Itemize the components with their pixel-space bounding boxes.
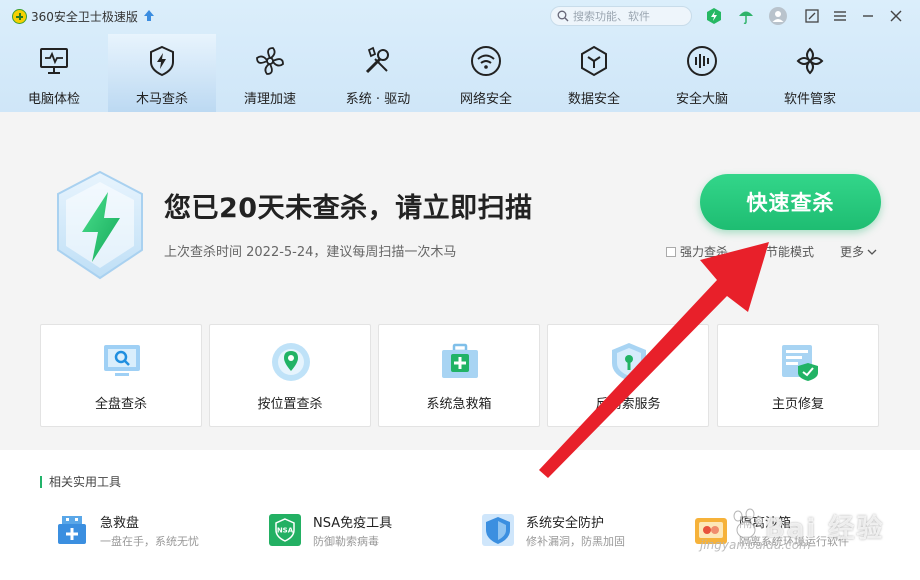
nsa-icon-text: NSA [277, 527, 294, 535]
wifi-icon [469, 44, 503, 78]
nav-label: 系统 · 驱动 [345, 92, 411, 107]
nav-item-system-driver[interactable]: 系统 · 驱动 [324, 34, 432, 112]
strong-scan-option[interactable]: 强力查杀 [666, 243, 728, 260]
card-location-scan[interactable]: 按位置查杀 [209, 324, 371, 427]
card-full-disk-scan[interactable]: 全盘查杀 [40, 324, 202, 427]
tool-name: 急救盘 [100, 516, 140, 531]
monitor-pulse-icon [37, 44, 71, 78]
nav-item-cleanup[interactable]: 清理加速 [216, 34, 324, 112]
tool-desc: 一盘在手，系统无忧 [100, 535, 199, 548]
app-title: 360安全卫士极速版 [31, 10, 138, 24]
nav-label: 网络安全 [459, 92, 512, 107]
nav-label: 清理加速 [243, 92, 296, 107]
card-anti-ransom[interactable]: 反勒索服务 [547, 324, 709, 427]
nav-item-security-brain[interactable]: 安全大脑 [648, 34, 756, 112]
tool-system-protection[interactable]: 系统安全防护 修补漏洞，防黑加固 [482, 510, 682, 550]
nsa-shield-icon: NSA [269, 514, 301, 546]
system-protect-icon [482, 514, 514, 546]
data-cube-icon [577, 44, 611, 78]
tool-sandbox[interactable]: 隔离沙箱 隔离系统环境运行软件 [695, 510, 895, 550]
search-icon [557, 10, 569, 22]
last-scan-info: 上次查杀时间 2022-5-24，建议每周扫描一次木马 [164, 245, 457, 260]
homepage-repair-icon [778, 341, 820, 383]
card-label: 主页修复 [771, 397, 824, 412]
quick-scan-button[interactable]: 快速查杀 [700, 174, 881, 230]
tool-desc: 防御勒索病毒 [313, 535, 379, 548]
card-label: 按位置查杀 [257, 397, 323, 412]
tools-section-title: 相关实用工具 [40, 476, 121, 488]
tools-section: 相关实用工具 急救盘 一盘在手，系统无忧 NSA NSA免疫工具 防御勒索病毒 … [0, 450, 920, 580]
nav-label: 数据安全 [567, 92, 620, 107]
nav-item-software-manager[interactable]: 软件管家 [756, 34, 864, 112]
main-nav: 电脑体检 木马查杀 清理加速 系统 · 驱动 网络安全 数据安全 安全大脑 软件… [0, 34, 920, 112]
brain-icon [685, 44, 719, 78]
feedback-icon[interactable] [802, 6, 822, 26]
umbrella-icon[interactable] [736, 6, 756, 26]
card-homepage-repair[interactable]: 主页修复 [717, 324, 879, 427]
more-label: 更多 [840, 245, 865, 259]
tool-name: 隔离沙箱 [739, 516, 792, 531]
minimize-icon[interactable] [858, 6, 878, 26]
avatar-icon[interactable] [768, 6, 788, 26]
tool-rescue-disk[interactable]: 急救盘 一盘在手，系统无忧 [56, 510, 256, 550]
option-label: 强力查杀 [680, 245, 729, 259]
nav-item-checkup[interactable]: 电脑体检 [0, 34, 108, 112]
wrench-screwdriver-icon [361, 44, 395, 78]
software-grid-icon [793, 44, 827, 78]
more-options-link[interactable]: 更多 [840, 243, 877, 260]
tool-name: 系统安全防护 [526, 516, 605, 531]
full-disk-scan-icon [101, 341, 143, 383]
card-label: 全盘查杀 [94, 397, 147, 412]
protection-shield-icon [57, 170, 143, 280]
card-first-aid-kit[interactable]: 系统急救箱 [378, 324, 540, 427]
chevron-down-icon [867, 249, 877, 255]
strong-scan-checkbox[interactable] [666, 246, 676, 257]
header: 360安全卫士极速版 搜索功能、软件 电脑体检 木马查杀 清理加速 系统 · 驱… [0, 0, 920, 112]
tool-desc: 修补漏洞，防黑加固 [526, 535, 625, 548]
card-label: 系统急救箱 [426, 397, 492, 412]
scan-headline: 您已20天未查杀，请立即扫描 [164, 193, 533, 224]
nav-item-network[interactable]: 网络安全 [432, 34, 540, 112]
power-saving-option[interactable]: 节能模式 [752, 243, 814, 260]
search-box[interactable] [550, 6, 692, 26]
nav-label: 软件管家 [783, 92, 836, 107]
title-bar: 360安全卫士极速版 [0, 0, 920, 34]
security-badge-icon[interactable] [704, 6, 724, 26]
location-scan-icon [270, 341, 312, 383]
sandbox-icon [695, 514, 727, 546]
card-label: 反勒索服务 [595, 397, 661, 412]
scan-panel: 您已20天未查杀，请立即扫描 上次查杀时间 2022-5-24，建议每周扫描一次… [0, 112, 920, 450]
nav-label: 电脑体检 [27, 92, 80, 107]
fan-icon [253, 44, 287, 78]
nav-label: 木马查杀 [135, 92, 188, 107]
nav-label: 安全大脑 [675, 92, 728, 107]
tool-name: NSA免疫工具 [313, 516, 393, 531]
tool-desc: 隔离系统环境运行软件 [739, 535, 849, 548]
menu-icon[interactable] [830, 6, 850, 26]
tool-nsa-immunity[interactable]: NSA NSA免疫工具 防御勒索病毒 [269, 510, 469, 550]
nav-item-trojan-scan[interactable]: 木马查杀 [108, 34, 216, 112]
option-label: 节能模式 [766, 245, 815, 259]
anti-ransom-icon [608, 341, 650, 383]
close-icon[interactable] [886, 6, 906, 26]
search-input[interactable] [573, 9, 688, 23]
first-aid-kit-icon [439, 341, 481, 383]
nav-item-data-security[interactable]: 数据安全 [540, 34, 648, 112]
shield-bolt-icon [145, 44, 179, 78]
app-logo-icon [12, 9, 27, 24]
usb-rescue-icon [56, 514, 88, 546]
power-saving-checkbox[interactable] [752, 246, 762, 257]
upgrade-arrow-icon[interactable] [142, 9, 156, 23]
